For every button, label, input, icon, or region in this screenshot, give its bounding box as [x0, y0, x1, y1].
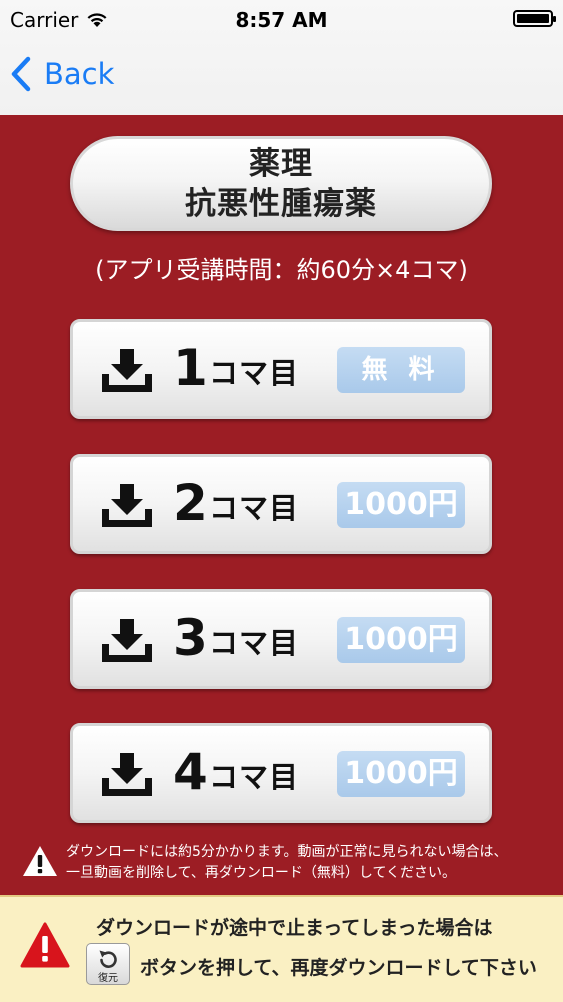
notice-line-2: 一旦動画を削除して、再ダウンロード（無料）してください。	[66, 865, 457, 881]
download-notice: ダウンロードには約5分かかります。動画が正常に見られない場合は、 一旦動画を削除…	[22, 842, 552, 887]
status-bar: Carrier 8:57 AM	[0, 0, 563, 38]
course-title: 薬理 抗悪性腫瘍薬	[70, 136, 492, 231]
restore-button-label: 復元	[98, 973, 118, 984]
course-title-line2: 抗悪性腫瘍薬	[185, 185, 377, 222]
download-icon	[102, 349, 152, 392]
lesson-number: 4	[173, 743, 208, 801]
chevron-left-icon	[11, 56, 31, 92]
battery-icon	[513, 10, 556, 27]
download-button-3[interactable]: 3 コマ目 1000円	[70, 589, 492, 689]
download-icon	[102, 484, 152, 527]
course-duration: (アプリ受講時間：約60分×4コマ)	[95, 256, 468, 284]
download-icon	[102, 753, 152, 796]
lesson-label: コマ目	[209, 760, 300, 794]
warning-icon	[20, 922, 70, 968]
price-badge: 1000円	[337, 751, 465, 797]
lesson-number: 3	[173, 609, 208, 667]
back-button[interactable]: Back	[10, 56, 114, 92]
download-button-1[interactable]: 1 コマ目 無 料	[70, 319, 492, 419]
back-label: Back	[44, 57, 115, 91]
navigation-bar: Carrier 8:57 AM Back	[0, 0, 563, 115]
lesson-label: コマ目	[209, 356, 300, 390]
warning-icon	[23, 846, 57, 876]
restore-banner: ダウンロードが途中で止まってしまった場合は 復元 ボタンを押して、再度ダウンロー…	[0, 895, 563, 1002]
price-badge: 無 料	[337, 347, 465, 393]
lesson-number: 2	[173, 474, 208, 532]
download-icon	[102, 619, 152, 662]
price-badge: 1000円	[337, 617, 465, 663]
banner-text-line2: ボタンを押して、再度ダウンロードして下さい	[140, 957, 537, 979]
lesson-number: 1	[173, 339, 208, 397]
price-badge: 1000円	[337, 482, 465, 528]
lesson-label: コマ目	[209, 626, 300, 660]
download-button-2[interactable]: 2 コマ目 1000円	[70, 454, 492, 554]
banner-text-line1: ダウンロードが途中で止まってしまった場合は	[96, 917, 493, 939]
lesson-label: コマ目	[209, 491, 300, 525]
restore-icon	[99, 950, 117, 968]
download-button-4[interactable]: 4 コマ目 1000円	[70, 723, 492, 823]
course-title-line1: 薬理	[249, 145, 313, 182]
restore-button[interactable]: 復元	[86, 943, 130, 985]
clock: 8:57 AM	[235, 8, 328, 32]
notice-line-1: ダウンロードには約5分かかります。動画が正常に見られない場合は、	[66, 844, 508, 860]
